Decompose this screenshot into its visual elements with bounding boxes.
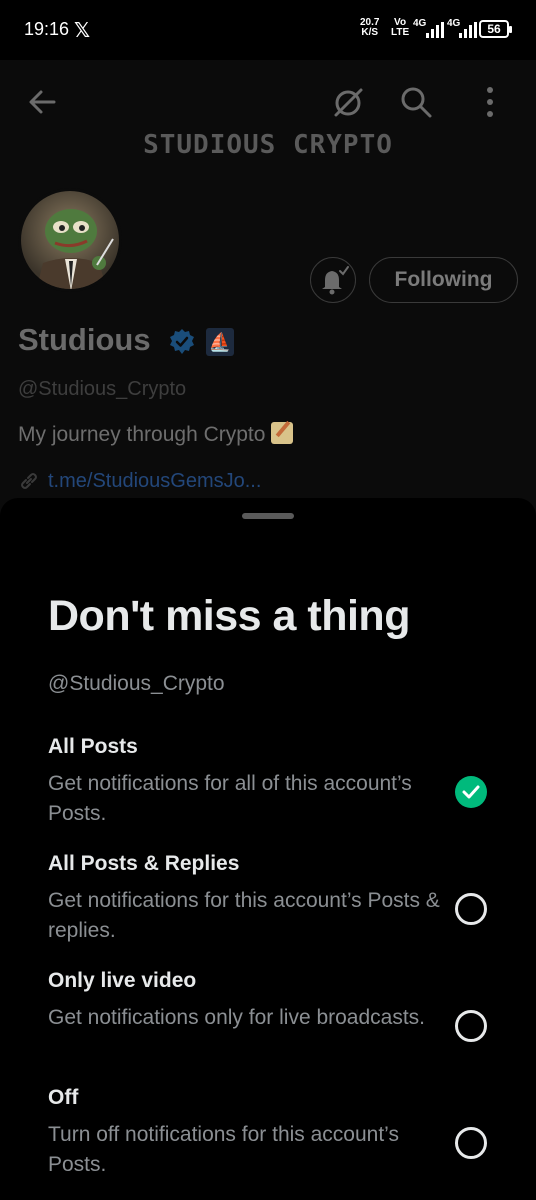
sheet-title: Don't miss a thing [48,592,410,640]
search-icon[interactable] [398,84,434,120]
option-off[interactable]: Off Turn off notifications for this acco… [0,1086,536,1198]
option-title: Off [48,1086,79,1109]
profile-handle: @Studious_Crypto [18,378,187,400]
notification-bell-button[interactable] [310,257,356,303]
volte-indicator: Vo LTE [391,17,410,38]
radio-unselected[interactable] [455,1010,487,1042]
option-title: Only live video [48,969,197,992]
verified-icon [170,329,194,354]
status-bar: 19:16 𝕏 20.7 K/S Vo LTE 4G 4G 56 [0,0,536,60]
option-description: Turn off notifications for this account’… [48,1123,399,1176]
option-title: All Posts & Replies [48,852,240,875]
following-button[interactable]: Following [369,257,518,303]
radio-selected[interactable] [455,776,487,808]
option-only-live-video[interactable]: Only live video Get notifications only f… [0,969,536,1081]
link-icon [21,473,37,489]
x-app-icon: 𝕏 [74,20,91,42]
display-name: Studious [18,322,151,357]
option-description: Get notifications only for live broadcas… [48,1006,426,1029]
signal-type-1: 4G [413,18,427,29]
sheet-handle: @Studious_Crypto [48,672,225,695]
avatar[interactable] [18,188,122,292]
hide-icon[interactable] [330,84,366,120]
signal-bars-1-icon [426,22,444,38]
option-description: Get notifications for all of this accoun… [48,772,412,825]
notification-settings-sheet: Don't miss a thing @Studious_Crypto All … [0,498,536,1200]
option-all-posts-replies[interactable]: All Posts & Replies Get notifications fo… [0,852,536,964]
banner-title: STUDIOUS CRYPTO [143,130,393,160]
option-title: All Posts [48,735,138,758]
sheet-drag-handle[interactable] [242,513,294,519]
back-arrow-icon[interactable] [24,84,60,120]
bell-check-icon [322,266,349,295]
network-speed: 20.7 K/S [360,17,380,38]
profile-bio: My journey through Crypto [18,422,294,447]
battery-icon: 56 [479,20,512,38]
option-description: Get notifications for this account’s Pos… [48,889,440,942]
affiliate-badge-icon[interactable]: ⛵ [206,328,234,356]
more-vertical-icon[interactable] [474,84,506,120]
profile-link[interactable]: t.me/StudiousGemsJo... [48,470,261,493]
avatar-image [36,209,114,289]
check-icon [462,785,480,799]
radio-unselected[interactable] [455,893,487,925]
radio-unselected[interactable] [455,1127,487,1159]
memo-emoji-icon [271,422,294,444]
signal-bars-2-icon [459,22,477,38]
profile-background: STUDIOUS CRYPTO Following Studious ⛵ @St… [0,60,536,530]
option-all-posts[interactable]: All Posts Get notifications for all of t… [0,735,536,847]
status-time: 19:16 [24,19,70,39]
